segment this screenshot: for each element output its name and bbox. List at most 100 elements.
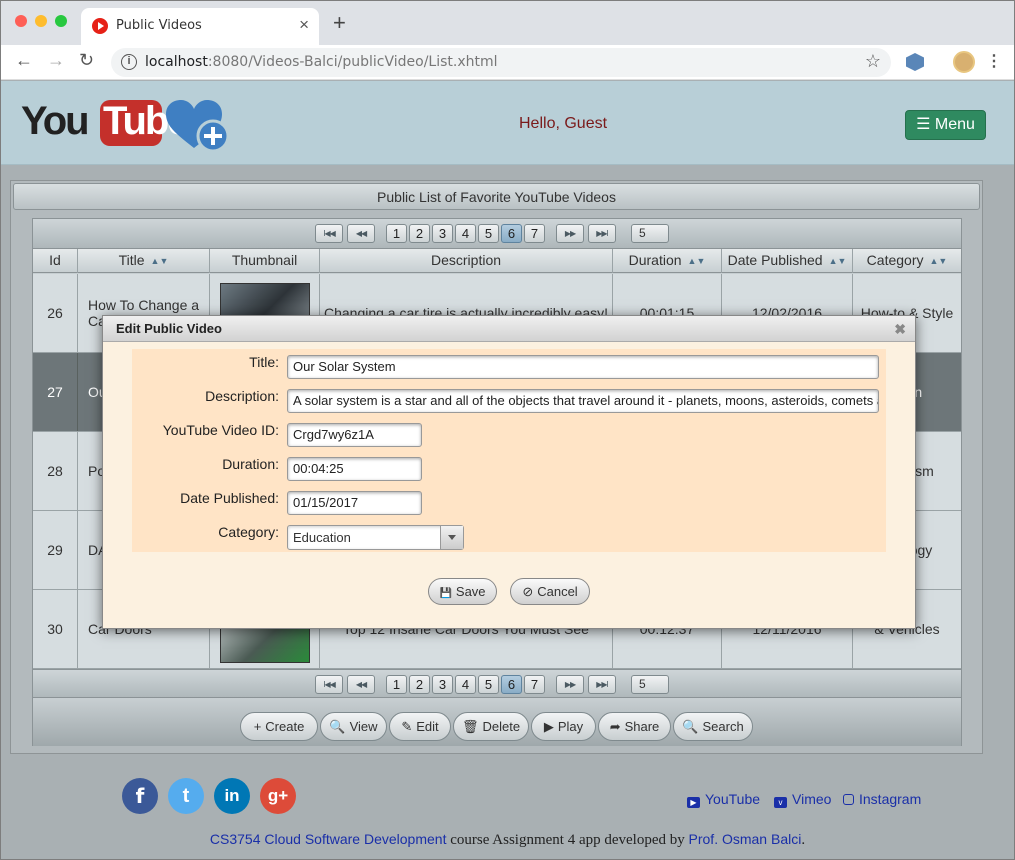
- next-page-button[interactable]: ▶▶: [556, 224, 584, 243]
- title-input[interactable]: Our Solar System: [287, 355, 879, 379]
- page-4-button[interactable]: 4: [455, 224, 476, 243]
- sort-icon[interactable]: ▲▼: [151, 250, 169, 273]
- page-2-button[interactable]: 2: [409, 675, 430, 694]
- video-id-input[interactable]: Crgd7wy6z1A: [287, 423, 422, 447]
- page-footer: f t in g+ ▶ YouTube v Vimeo Instagram CS37…: [1, 761, 1014, 859]
- col-id: Id: [33, 249, 78, 273]
- profile-avatar[interactable]: [953, 51, 975, 73]
- youtube-logo[interactable]: You Tube: [21, 97, 230, 153]
- duration-input[interactable]: 00:04:25: [287, 457, 422, 481]
- page-5-button[interactable]: 5: [478, 675, 499, 694]
- page-7-button[interactable]: 7: [524, 224, 545, 243]
- save-button[interactable]: 💾 Save: [428, 578, 497, 605]
- duration-label: Duration:: [222, 456, 279, 472]
- greeting-text: Hello, Guest: [519, 115, 608, 132]
- prev-page-button[interactable]: ◀◀: [347, 675, 375, 694]
- menu-button[interactable]: ☰ Menu: [905, 110, 986, 140]
- page-1-button[interactable]: 1: [386, 675, 407, 694]
- facebook-icon[interactable]: f: [122, 778, 158, 814]
- col-date-published[interactable]: Date Published ▲▼: [722, 249, 853, 273]
- page-3-button[interactable]: 3: [432, 675, 453, 694]
- browser-tab[interactable]: Public Videos ×: [81, 8, 319, 45]
- col-category[interactable]: Category ▲▼: [853, 249, 961, 273]
- minimize-window-icon[interactable]: [35, 15, 47, 27]
- delete-button[interactable]: 🗑 Delete: [453, 712, 529, 741]
- table-header: Id Title ▲▼ Thumbnail Description Duratio…: [33, 249, 961, 273]
- googleplus-icon[interactable]: g+: [260, 778, 296, 814]
- bookmark-star-icon[interactable]: ☆: [865, 51, 881, 72]
- close-icon[interactable]: ✖: [894, 321, 906, 338]
- description-input[interactable]: A solar system is a star and all of the …: [287, 389, 879, 413]
- panel-title: Public List of Favorite YouTube Videos: [13, 183, 980, 210]
- action-bar: + Create 🔍 View ✎ Edit 🗑 Delete ▶ Play ➦ Share…: [33, 697, 961, 746]
- description-label: Description:: [205, 388, 279, 404]
- reload-icon[interactable]: ↻: [79, 50, 94, 71]
- forward-icon[interactable]: →: [47, 50, 65, 71]
- instagram-link[interactable]: Instagram: [843, 791, 921, 807]
- share-button[interactable]: ➦ Share: [598, 712, 671, 741]
- back-icon[interactable]: ←: [15, 50, 33, 71]
- address-bar[interactable]: i localhost:8080/Videos-Balci/publicVide…: [111, 48, 891, 77]
- browser-menu-icon[interactable]: ⋮: [986, 51, 1002, 71]
- next-page-button[interactable]: ▶▶: [556, 675, 584, 694]
- col-thumbnail: Thumbnail: [210, 249, 320, 273]
- sort-icon[interactable]: ▲▼: [929, 250, 947, 273]
- info-icon[interactable]: i: [121, 54, 137, 70]
- col-duration[interactable]: Duration ▲▼: [613, 249, 722, 273]
- cell-id: 30: [33, 590, 78, 668]
- save-icon: 💾: [439, 588, 452, 599]
- author-link[interactable]: Prof. Osman Balci: [689, 831, 802, 847]
- category-label: Category:: [218, 524, 279, 540]
- prev-page-button[interactable]: ◀◀: [347, 224, 375, 243]
- last-page-button[interactable]: ▶▶I: [588, 224, 616, 243]
- date-published-input[interactable]: 01/15/2017: [287, 491, 422, 515]
- page-4-button[interactable]: 4: [455, 675, 476, 694]
- col-description: Description: [320, 249, 613, 273]
- url-text[interactable]: localhost:8080/Videos-Balci/publicVideo/…: [145, 54, 498, 70]
- twitter-icon[interactable]: t: [168, 778, 204, 814]
- page-2-button[interactable]: 2: [409, 224, 430, 243]
- tab-bar: Public Videos × +: [1, 1, 1014, 45]
- edit-button[interactable]: ✎ Edit: [389, 712, 451, 741]
- extension-icon[interactable]: [906, 53, 924, 71]
- page-3-button[interactable]: 3: [432, 224, 453, 243]
- first-page-button[interactable]: I◀◀: [315, 675, 343, 694]
- play-button[interactable]: ▶ Play: [531, 712, 596, 741]
- video-id-label: YouTube Video ID:: [162, 422, 279, 438]
- category-select[interactable]: Education: [287, 525, 464, 550]
- col-title[interactable]: Title ▲▼: [78, 249, 210, 273]
- rows-per-page-select[interactable]: 5: [631, 224, 669, 243]
- first-page-button[interactable]: I◀◀: [315, 224, 343, 243]
- sort-icon[interactable]: ▲▼: [829, 250, 847, 273]
- site-header: You Tube Hello, Guest ☰ Menu: [1, 81, 1014, 165]
- sort-icon[interactable]: ▲▼: [688, 250, 706, 273]
- youtube-link[interactable]: ▶ YouTube: [687, 791, 760, 808]
- edit-video-dialog: Edit Public Video ✖ Title: Our Solar Sys…: [102, 315, 916, 629]
- cell-id: 28: [33, 432, 78, 510]
- vimeo-link[interactable]: v Vimeo: [774, 791, 831, 808]
- cancel-icon: ⊘: [522, 584, 534, 599]
- page-1-button[interactable]: 1: [386, 224, 407, 243]
- chevron-down-icon[interactable]: [440, 526, 463, 549]
- bottom-paginator: I◀◀ ◀◀ 1 2 3 4 5 6 7 ▶▶ ▶▶I 5: [33, 669, 961, 699]
- rows-per-page-select[interactable]: 5: [631, 675, 669, 694]
- page-5-button[interactable]: 5: [478, 224, 499, 243]
- cancel-button[interactable]: ⊘ Cancel: [510, 578, 590, 605]
- maximize-window-icon[interactable]: [55, 15, 67, 27]
- title-label: Title:: [249, 354, 279, 370]
- cell-id: 27: [33, 353, 78, 431]
- tab-close-icon[interactable]: ×: [299, 15, 309, 35]
- create-button[interactable]: + Create: [240, 712, 318, 741]
- new-tab-icon[interactable]: +: [333, 10, 346, 36]
- heart-plus-icon: [166, 100, 230, 153]
- view-button[interactable]: 🔍 View: [320, 712, 387, 741]
- page-6-button[interactable]: 6: [501, 224, 522, 243]
- close-window-icon[interactable]: [15, 15, 27, 27]
- page-6-button[interactable]: 6: [501, 675, 522, 694]
- last-page-button[interactable]: ▶▶I: [588, 675, 616, 694]
- cell-id: 26: [33, 274, 78, 352]
- search-button[interactable]: 🔍 Search: [673, 712, 753, 741]
- page-7-button[interactable]: 7: [524, 675, 545, 694]
- course-link[interactable]: CS3754 Cloud Software Development: [210, 831, 447, 847]
- linkedin-icon[interactable]: in: [214, 778, 250, 814]
